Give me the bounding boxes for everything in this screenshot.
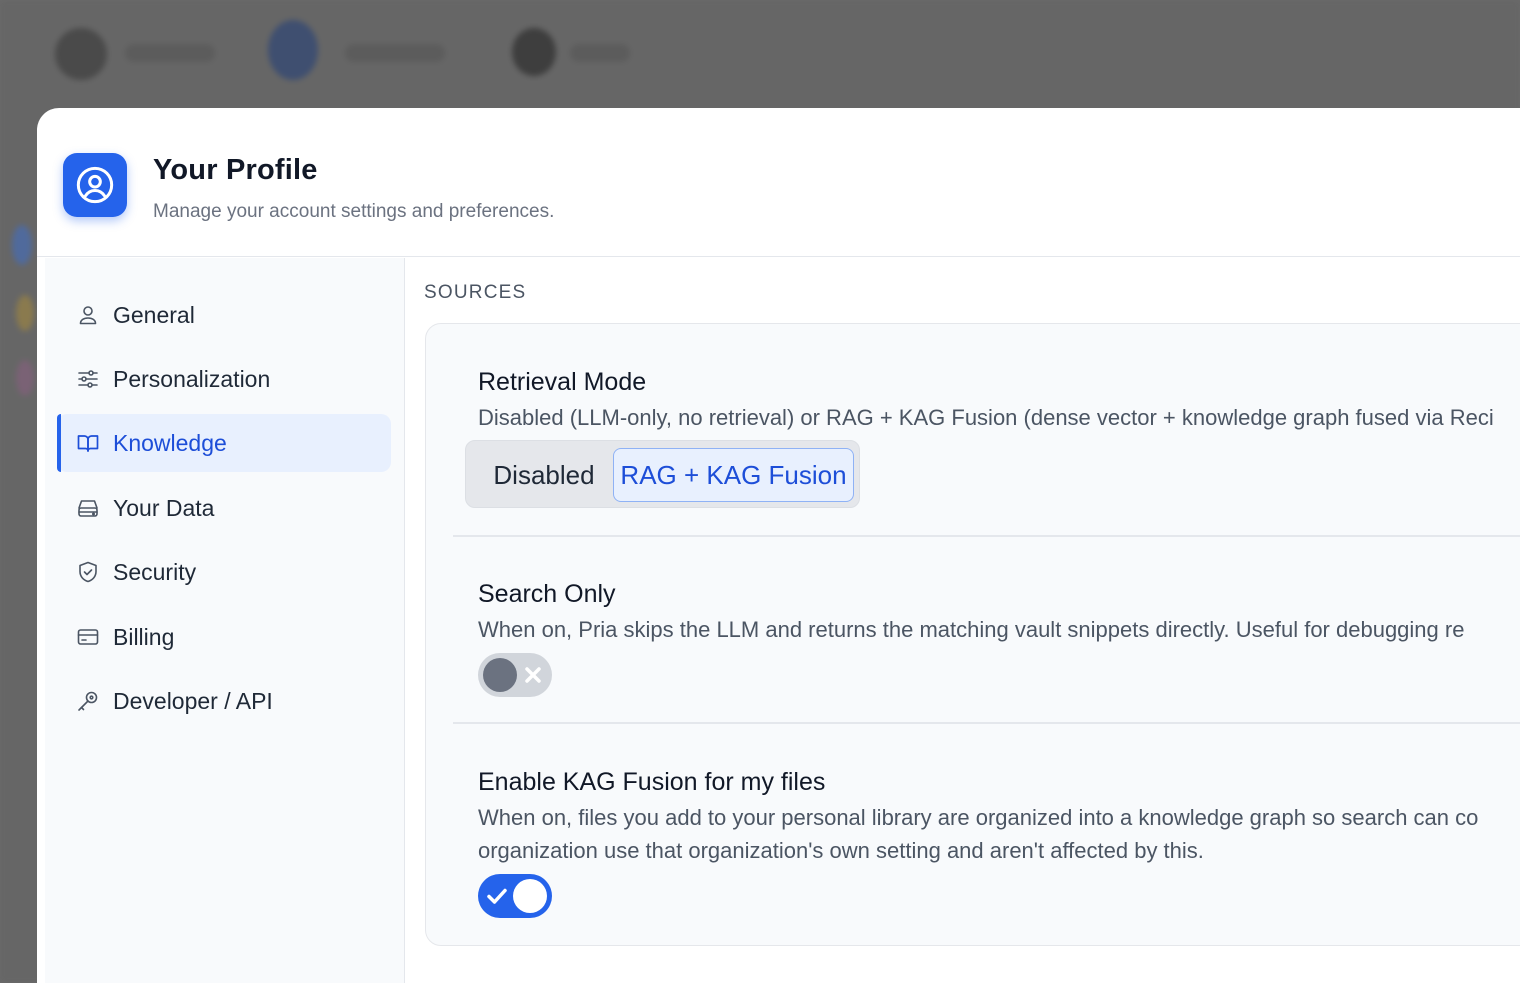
background-label	[345, 44, 445, 62]
x-icon	[525, 667, 541, 683]
retrieval-option-rag-kag-fusion[interactable]: RAG + KAG Fusion	[613, 448, 854, 502]
sidebar-item-label: General	[113, 301, 195, 328]
background-avatar	[16, 360, 34, 396]
sidebar-item-label: Billing	[113, 623, 175, 650]
user-icon	[75, 302, 101, 328]
background-label	[570, 44, 630, 62]
profile-modal: Your Profile Manage your account setting…	[37, 108, 1520, 983]
kag-fusion-description: When on, files you add to your personal …	[478, 805, 1479, 830]
key-icon	[75, 688, 101, 714]
sidebar-item-label: Personalization	[113, 365, 271, 392]
sidebar-item-label: Developer / API	[113, 687, 273, 714]
kag-fusion-title: Enable KAG Fusion for my files	[478, 768, 826, 796]
sliders-icon	[75, 366, 101, 392]
kag-fusion-description-continued: organization use that organization's own…	[478, 838, 1204, 863]
section-heading: SOURCES	[424, 282, 527, 303]
search-only-description: When on, Pria skips the LLM and returns …	[478, 617, 1465, 642]
credit-card-icon	[75, 624, 101, 650]
divider	[453, 535, 1520, 537]
sidebar-item-developer-api[interactable]: Developer / API	[57, 672, 391, 730]
toggle-knob	[513, 879, 547, 913]
background-avatar	[12, 225, 32, 265]
background-avatar	[512, 28, 556, 76]
retrieval-mode-title: Retrieval Mode	[478, 368, 647, 396]
sidebar-item-security[interactable]: Security	[57, 543, 391, 601]
background-avatar	[16, 295, 34, 331]
page-subtitle: Manage your account settings and prefere…	[153, 201, 555, 222]
check-icon	[487, 888, 507, 904]
book-open-icon	[75, 430, 101, 456]
sources-card: Retrieval Mode Disabled (LLM-only, no re…	[425, 323, 1520, 946]
retrieval-mode-selector: Disabled RAG + KAG Fusion	[465, 440, 860, 508]
sidebar-item-knowledge[interactable]: Knowledge	[57, 414, 391, 472]
sidebar-item-billing[interactable]: Billing	[57, 608, 391, 666]
sidebar-item-personalization[interactable]: Personalization	[57, 350, 391, 408]
sidebar-item-general[interactable]: General	[57, 286, 391, 344]
sidebar-item-label: Security	[113, 558, 197, 585]
sidebar-item-label: Knowledge	[113, 429, 227, 456]
settings-sidebar: General Personalization Knowledge Your D…	[45, 258, 405, 983]
retrieval-mode-description: Disabled (LLM-only, no retrieval) or RAG…	[478, 405, 1494, 430]
search-only-title: Search Only	[478, 580, 616, 608]
background-label	[125, 44, 215, 62]
search-only-toggle[interactable]	[478, 653, 552, 697]
retrieval-option-disabled[interactable]: Disabled	[474, 448, 614, 502]
sidebar-item-label: Your Data	[113, 494, 215, 521]
toggle-knob	[483, 658, 517, 692]
background-avatar	[55, 28, 107, 80]
modal-header: Your Profile Manage your account setting…	[37, 108, 1520, 257]
hard-drive-icon	[75, 495, 101, 521]
shield-check-icon	[75, 559, 101, 585]
divider	[453, 722, 1520, 724]
kag-fusion-toggle[interactable]	[478, 874, 552, 918]
user-circle-icon	[63, 153, 127, 217]
settings-content: SOURCES Retrieval Mode Disabled (LLM-onl…	[405, 258, 1520, 983]
background-avatar	[268, 20, 318, 80]
page-title: Your Profile	[153, 154, 318, 186]
sidebar-item-your-data[interactable]: Your Data	[57, 479, 391, 537]
